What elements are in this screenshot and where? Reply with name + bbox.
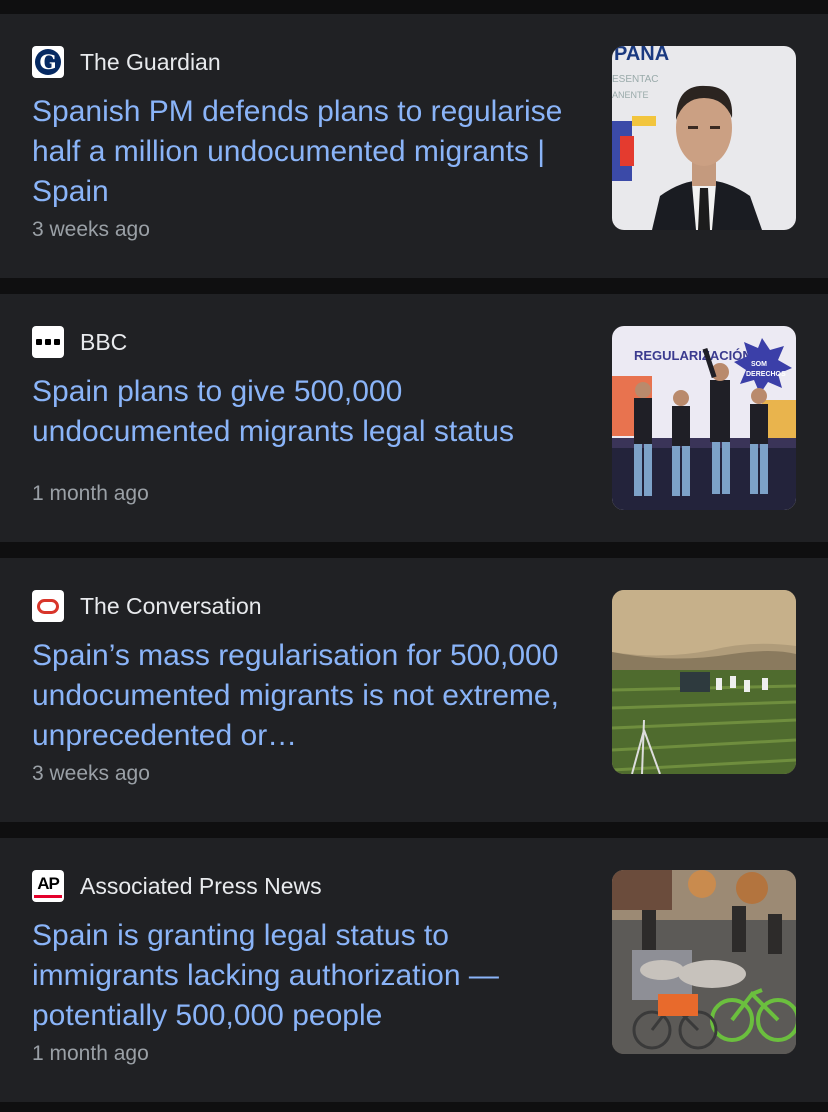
thumbnail-text: REGULARIZACIÓN	[634, 348, 752, 363]
source-name: BBC	[80, 329, 128, 355]
svg-text:ESENTAC: ESENTAC	[612, 74, 659, 85]
timestamp: 3 weeks ago	[32, 762, 150, 785]
source-row: The Conversation	[32, 590, 262, 622]
svg-text:ANENTE: ANENTE	[612, 90, 649, 100]
svg-text:DERECHOS: DERECHOS	[746, 371, 786, 378]
headline-link[interactable]: Spain is granting legal status to immigr…	[32, 916, 580, 1036]
source-name: Associated Press News	[80, 873, 322, 899]
farm-field-workers-image[interactable]	[612, 590, 796, 774]
portrait-of-spanish-pm-image[interactable]: PANA ESENTAC ANENTE	[612, 46, 796, 230]
news-card-guardian[interactable]: G The Guardian Spanish PM defends plans …	[0, 14, 828, 278]
news-card-bbc[interactable]: BBC Spain plans to give 500,000 undocume…	[0, 294, 828, 542]
conversation-logo-icon	[32, 590, 64, 622]
source-name: The Guardian	[80, 49, 221, 75]
source-row: AP Associated Press News	[32, 870, 322, 902]
street-bicycles-image[interactable]	[612, 870, 796, 1054]
headline-link[interactable]: Spain plans to give 500,000 undocumented…	[32, 372, 580, 452]
bbc-logo-icon	[32, 326, 64, 358]
thumbnail-text: PANA	[614, 46, 669, 65]
svg-text:SOM: SOM	[751, 361, 767, 368]
source-name: The Conversation	[80, 593, 262, 619]
timestamp: 1 month ago	[32, 1042, 149, 1065]
source-row: BBC	[32, 326, 127, 358]
ap-logo-icon: AP	[32, 870, 64, 902]
news-card-conversation[interactable]: The Conversation Spain’s mass regularisa…	[0, 558, 828, 822]
news-card-ap[interactable]: AP Associated Press News Spain is granti…	[0, 838, 828, 1102]
timestamp: 3 weeks ago	[32, 218, 150, 241]
headline-link[interactable]: Spanish PM defends plans to regularise h…	[32, 92, 580, 212]
source-row: G The Guardian	[32, 46, 221, 78]
headline-link[interactable]: Spain’s mass regularisation for 500,000 …	[32, 636, 580, 756]
guardian-logo-icon: G	[32, 46, 64, 78]
timestamp: 1 month ago	[32, 482, 149, 505]
rally-on-stage-image[interactable]: REGULARIZACIÓN SOM DERECHOS	[612, 326, 796, 510]
